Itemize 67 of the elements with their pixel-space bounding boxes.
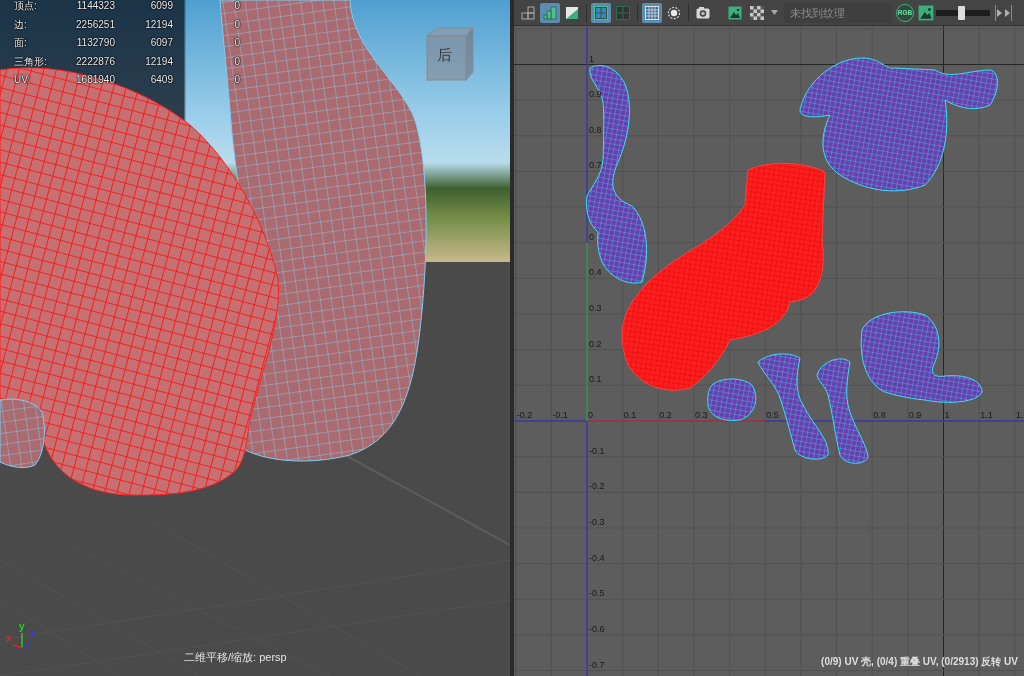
checker-icon bbox=[750, 5, 764, 20]
arrow-icon[interactable] bbox=[995, 4, 1002, 21]
u-axis-label: -0.2 bbox=[516, 410, 533, 420]
u-axis-label: 0.5 bbox=[766, 410, 779, 420]
stat-label: 边: bbox=[14, 17, 28, 32]
stat-value: 12194 bbox=[145, 17, 173, 32]
stat-value: 6097 bbox=[150, 36, 173, 50]
uv-shell[interactable] bbox=[585, 64, 647, 284]
texture-dropdown[interactable]: 未找到纹理 bbox=[784, 2, 892, 23]
v-axis-label: 0.2 bbox=[589, 338, 602, 349]
uv-shell[interactable] bbox=[860, 311, 983, 403]
triangle-square-icon bbox=[565, 5, 579, 20]
v-axis-label: -0.2 bbox=[589, 481, 605, 492]
stat-value: 0 bbox=[234, 17, 240, 32]
stat-value: 0 bbox=[234, 73, 240, 87]
grid-icon bbox=[594, 5, 608, 20]
toolbar-button[interactable] bbox=[591, 2, 611, 23]
v-axis-label: 0.8 bbox=[589, 124, 602, 135]
u-axis-label: 1.1 bbox=[980, 410, 993, 420]
stat-value: 0 bbox=[234, 0, 240, 13]
axis-label: x bbox=[6, 634, 12, 644]
caret-icon[interactable] bbox=[771, 10, 778, 15]
stat-label: 三角形: bbox=[14, 54, 48, 69]
status-text: (0/9) UV 壳, (0/4) 重叠 UV, (0/2913) 反转 UV bbox=[821, 656, 1018, 668]
v-axis-label: -0.6 bbox=[589, 623, 605, 634]
toolbar-button[interactable] bbox=[540, 2, 560, 23]
stat-label: 面: bbox=[14, 36, 28, 50]
camera-label: 二维平移/缩放: persp bbox=[184, 651, 287, 664]
image-icon[interactable] bbox=[918, 4, 934, 21]
stat-label: 顶点: bbox=[14, 0, 38, 13]
u-axis-label: 1 bbox=[944, 410, 950, 420]
v-axis-label: 0.9 bbox=[589, 89, 602, 100]
v-axis-label: 1 bbox=[589, 53, 594, 64]
uv-shell[interactable] bbox=[816, 358, 869, 464]
v-axis-label: -0.5 bbox=[589, 588, 605, 599]
uv-shell[interactable] bbox=[707, 378, 757, 421]
v-axis-label: -0.7 bbox=[589, 659, 605, 670]
stat-value: 1132790 bbox=[76, 36, 115, 50]
axis-label: y bbox=[19, 622, 25, 632]
slider-thumb[interactable] bbox=[957, 5, 965, 20]
image-icon bbox=[728, 5, 742, 20]
v-axis-label: 0.1 bbox=[589, 374, 602, 385]
arrow-icon[interactable] bbox=[1005, 4, 1012, 21]
axis-gizmo-icon bbox=[12, 632, 32, 650]
stat-value: 2222876 bbox=[76, 54, 115, 69]
axis-label: z bbox=[30, 630, 35, 640]
u-axis-label: -0.1 bbox=[552, 410, 568, 420]
camera-icon bbox=[696, 5, 710, 20]
stat-label: UV: bbox=[14, 73, 32, 87]
stat-value: 1144323 bbox=[76, 0, 115, 13]
toolbar-button[interactable] bbox=[642, 2, 662, 23]
layout-grid-icon bbox=[521, 5, 535, 20]
stat-value: 6409 bbox=[150, 73, 173, 87]
v-axis-label: 0.7 bbox=[589, 160, 602, 171]
stat-value: 12194 bbox=[145, 54, 173, 69]
grid-icon bbox=[616, 5, 630, 20]
dense-grid-icon bbox=[645, 5, 659, 20]
stat-value: 6099 bbox=[150, 0, 173, 13]
stat-value: 2256251 bbox=[76, 17, 115, 32]
u-axis-label: 0.1 bbox=[623, 410, 637, 420]
v-axis-label: -0.1 bbox=[589, 445, 605, 456]
dashed-circle-icon bbox=[667, 5, 681, 20]
stat-value: 0 bbox=[234, 54, 240, 69]
stat-value: 0 bbox=[234, 36, 240, 50]
u-axis-label: 1. bbox=[1015, 410, 1024, 420]
uv-shell[interactable] bbox=[799, 57, 998, 192]
stepped-blocks-icon bbox=[543, 5, 557, 20]
